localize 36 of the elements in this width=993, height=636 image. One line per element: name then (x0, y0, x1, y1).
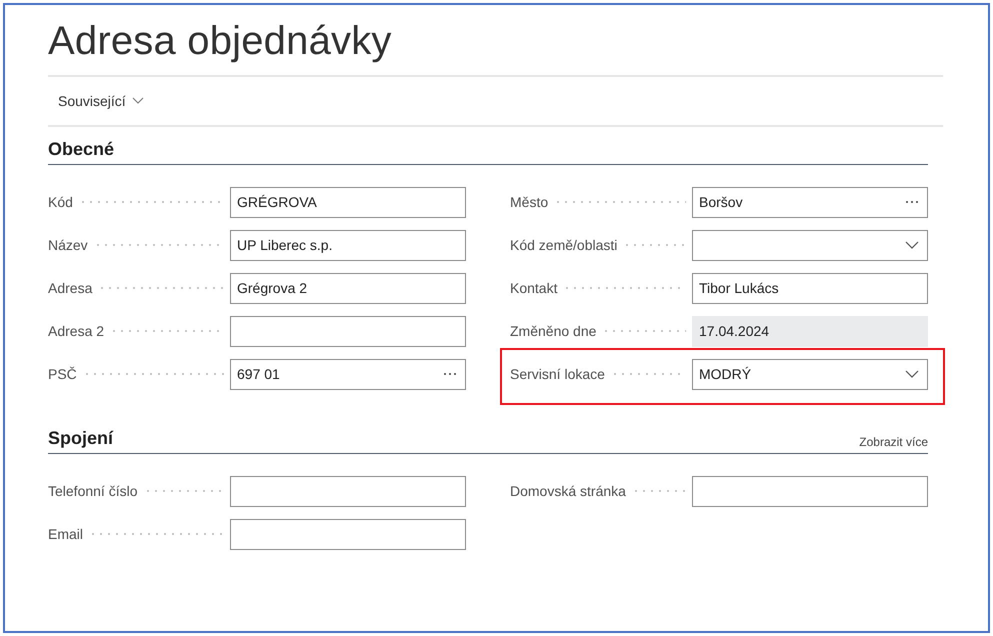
page-title: Adresa objednávky (48, 18, 393, 65)
more-icon (443, 372, 457, 376)
section-title: Spojení (48, 428, 114, 449)
input-field[interactable] (230, 316, 466, 346)
field-label: Město (510, 194, 550, 210)
input-field[interactable] (230, 518, 466, 550)
field-label: Kontakt (510, 280, 558, 296)
field-label: Kód země/oblasti (510, 237, 618, 253)
input-field[interactable]: GRÉGROVA (230, 186, 466, 218)
field-label: Servisní lokace (510, 366, 606, 382)
chevron-down-icon (905, 370, 919, 378)
input-field[interactable]: Grégrova 2 (230, 272, 466, 304)
dropdown-field[interactable]: MODRÝ (692, 358, 928, 390)
input-field[interactable]: UP Liberec s.p. (230, 230, 466, 260)
field-label: PSČ (48, 366, 78, 382)
field-label: Název (48, 237, 89, 253)
input-field[interactable]: Tibor Lukács (692, 272, 928, 304)
chevron-down-icon (905, 241, 919, 249)
field-label: Adresa 2 (48, 323, 106, 339)
field-label: Adresa (48, 280, 94, 296)
read-only-field: 17.04.2024 (692, 316, 928, 346)
field-label: Domovská stránka (510, 483, 627, 499)
input-field[interactable]: 697 01 (230, 358, 466, 390)
chevron-icon (132, 97, 144, 105)
input-field[interactable] (230, 476, 466, 506)
input-field[interactable]: Boršov (692, 186, 928, 218)
input-field[interactable] (692, 476, 928, 506)
dropdown-field[interactable] (692, 230, 928, 260)
related-menu-button[interactable]: Související (58, 93, 144, 109)
more-icon (905, 200, 919, 204)
section-title: Obecné (48, 139, 114, 160)
field-label: Kód (48, 194, 74, 210)
field-label: Změněno dne (510, 323, 598, 339)
field-label: Telefonní číslo (48, 483, 138, 499)
show-more-link[interactable]: Zobrazit více (859, 435, 928, 449)
field-label: Email (48, 526, 84, 542)
